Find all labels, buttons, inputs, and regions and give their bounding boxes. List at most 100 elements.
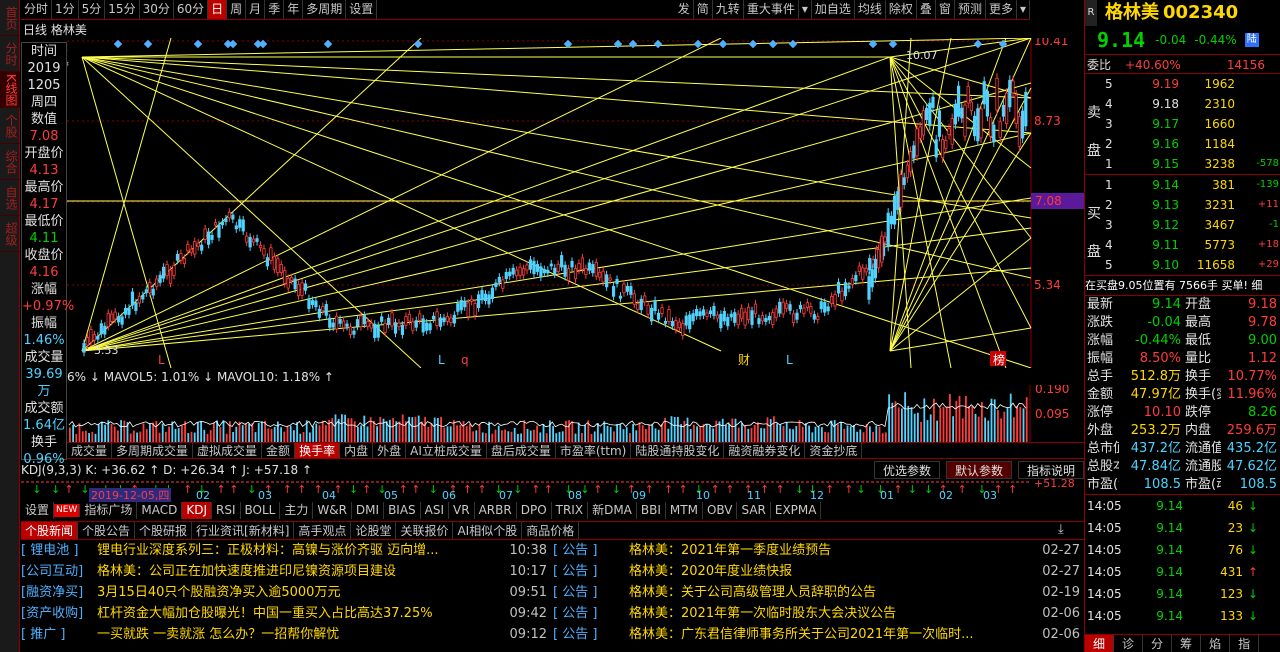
volume-tab-10[interactable]: 陆股通持股变化 bbox=[631, 443, 725, 458]
toolbar-right-5[interactable]: 加自选 bbox=[812, 0, 855, 19]
toolbar-left-11[interactable]: 多周期 bbox=[303, 0, 347, 19]
chart-marker-1[interactable]: L bbox=[438, 353, 445, 367]
kdj-button-2[interactable]: 指标说明 bbox=[1017, 461, 1084, 479]
order-notice[interactable]: 在买盘9.05位置有 7566手 买单! 细 bbox=[1085, 276, 1280, 296]
news-headline[interactable]: 3月15日40只个股融资净买入逾5000万元 bbox=[97, 582, 505, 603]
indicator-tab-7[interactable]: W&R bbox=[313, 502, 352, 519]
toolbar-right-12[interactable]: ▾ bbox=[1017, 0, 1030, 19]
volume-tab-7[interactable]: AI立桩成交量 bbox=[406, 443, 487, 458]
volume-tab-2[interactable]: 虚拟成交量 bbox=[193, 443, 263, 458]
news-item[interactable]: [ 公告 ] 格林美：2021年第一次临时股东大会决议公告 02-06 bbox=[553, 603, 1084, 624]
news-headline[interactable]: 锂电行业深度系列三：正极材料：高镍与涨价齐驱 迈向增... bbox=[97, 540, 505, 561]
volume-tab-9[interactable]: 市盈率(ttm) bbox=[556, 443, 632, 458]
toolbar-right-8[interactable]: 叠 bbox=[917, 0, 936, 19]
quote-tab-4[interactable]: 焰 bbox=[1201, 635, 1231, 652]
toolbar-left-12[interactable]: 设置 bbox=[346, 0, 378, 19]
indicator-tab-2[interactable]: MACD bbox=[137, 502, 183, 519]
indicator-tab-19[interactable]: SAR bbox=[737, 502, 771, 519]
toolbar-right-6[interactable]: 均线 bbox=[855, 0, 886, 19]
news-headline[interactable]: 格林美：公司正在加快速度推进印尼镍资源项目建设 bbox=[97, 561, 505, 582]
indicator-tab-5[interactable]: BOLL bbox=[241, 502, 281, 519]
news-item[interactable]: [资产收购] 杠杆资金大幅加仓股曝光！中国一重买入占比高达37.25% 09:42 bbox=[21, 603, 551, 624]
indicator-tab-6[interactable]: 主力 bbox=[280, 502, 314, 519]
order-level[interactable]: 4 9.18 2310 bbox=[1085, 94, 1280, 114]
news-tab-6[interactable]: 关联报价 bbox=[396, 522, 454, 539]
indicator-tab-17[interactable]: MTM bbox=[666, 502, 703, 519]
sidebar-item-4[interactable]: 综合排名 bbox=[0, 144, 20, 180]
toolbar-left-6[interactable]: 日 bbox=[208, 0, 228, 19]
chart-marker-3[interactable]: 财 bbox=[738, 353, 750, 367]
news-headline[interactable]: 格林美：2020年度业绩快报 bbox=[629, 561, 1038, 582]
news-headline[interactable]: 格林美：广东君信律师事务所关于公司2021年第一次临时... bbox=[629, 624, 1038, 645]
chart-marker-0[interactable]: L bbox=[158, 353, 165, 367]
chart-marker-2[interactable]: q bbox=[461, 353, 469, 367]
toolbar-right-9[interactable]: 窗 bbox=[936, 0, 955, 19]
news-item[interactable]: [公司互动] 格林美：公司正在加快速度推进印尼镍资源项目建设 10:17 bbox=[21, 561, 551, 582]
indicator-tab-13[interactable]: DPO bbox=[517, 502, 552, 519]
toolbar-right-11[interactable]: 更多 bbox=[986, 0, 1017, 19]
toolbar-left-8[interactable]: 月 bbox=[246, 0, 266, 19]
indicator-tab-8[interactable]: DMI bbox=[352, 502, 385, 519]
order-level[interactable]: 3 9.17 1660 bbox=[1085, 114, 1280, 134]
indicator-tab-9[interactable]: BIAS bbox=[384, 502, 421, 519]
news-item[interactable]: [ 公告 ] 格林美：关于公司高级管理人员辞职的公告 02-19 bbox=[553, 582, 1084, 603]
news-tab-4[interactable]: 高手观点 bbox=[294, 522, 352, 539]
news-tab-2[interactable]: 个股研报 bbox=[135, 522, 193, 539]
order-level[interactable]: 5 9.10 11658 +29 bbox=[1085, 255, 1280, 275]
volume-tab-1[interactable]: 多周期成交量 bbox=[112, 443, 194, 458]
kdj-chart[interactable]: ↓↓↑↓↓↓↑↓↓↑↓↑↑↓↑↑↑↑↑↓↑↓↑↑↓↑↑↑↓↓↑↑↓↓↑↓↑↑↑↑… bbox=[21, 479, 1084, 502]
toolbar-left-1[interactable]: 1分 bbox=[52, 0, 79, 19]
kdj-button-0[interactable]: 优选参数 bbox=[873, 461, 940, 479]
toolbar-left-5[interactable]: 60分 bbox=[174, 0, 209, 19]
news-tab-8[interactable]: 商品价格 bbox=[522, 522, 580, 539]
toolbar-right-0[interactable]: 发 bbox=[675, 0, 694, 19]
news-headline[interactable]: 杠杆资金大幅加仓股曝光！中国一重买入占比高达37.25% bbox=[97, 603, 505, 624]
order-level[interactable]: 2 9.13 3231 +11 bbox=[1085, 195, 1280, 215]
news-tab-3[interactable]: 行业资讯[新材料] bbox=[192, 522, 295, 539]
toolbar-left-3[interactable]: 15分 bbox=[105, 0, 140, 19]
order-level[interactable]: 1 9.15 3238 -578 bbox=[1085, 154, 1280, 174]
toolbar-right-10[interactable]: 预测 bbox=[955, 0, 986, 19]
sidebar-item-6[interactable]: 超级盘口 bbox=[0, 216, 20, 252]
news-item[interactable]: [ 公告 ] 格林美：2020年度业绩快报 02-27 bbox=[553, 561, 1084, 582]
indicator-tab-4[interactable]: RSI bbox=[212, 502, 241, 519]
order-level[interactable]: 2 9.16 1184 bbox=[1085, 134, 1280, 154]
quote-tab-2[interactable]: 分 bbox=[1143, 635, 1173, 652]
indicator-tab-1[interactable]: 指标广场 bbox=[80, 502, 138, 519]
news-tab-0[interactable]: 个股新闻 bbox=[21, 522, 79, 539]
toolbar-left-10[interactable]: 年 bbox=[284, 0, 304, 19]
download-icon[interactable]: ⤓ bbox=[1058, 522, 1064, 537]
indicator-tab-3[interactable]: KDJ bbox=[182, 502, 212, 519]
indicator-tab-12[interactable]: ARBR bbox=[475, 502, 517, 519]
indicator-tab-11[interactable]: VR bbox=[449, 502, 475, 519]
news-tab-5[interactable]: 论股堂 bbox=[351, 522, 397, 539]
sidebar-item-3[interactable]: 个股资料 bbox=[0, 108, 20, 144]
sidebar-item-2[interactable]: K线图 bbox=[0, 72, 20, 108]
toolbar-left-0[interactable]: 分时 bbox=[21, 0, 53, 19]
toolbar-right-3[interactable]: 重大事件 bbox=[744, 0, 799, 19]
news-tab-1[interactable]: 个股公告 bbox=[78, 522, 136, 539]
chart-marker-5[interactable]: 榜 bbox=[993, 352, 1005, 367]
volume-tab-3[interactable]: 金额 bbox=[262, 443, 296, 458]
indicator-tab-14[interactable]: TRIX bbox=[552, 502, 589, 519]
order-level[interactable]: 3 9.12 3467 -1 bbox=[1085, 215, 1280, 235]
volume-tab-0[interactable]: 成交量 bbox=[67, 443, 113, 458]
toolbar-left-9[interactable]: 季 bbox=[265, 0, 285, 19]
toolbar-left-7[interactable]: 周 bbox=[227, 0, 247, 19]
news-item[interactable]: [ 锂电池 ] 锂电行业深度系列三：正极材料：高镍与涨价齐驱 迈向增... 10:3… bbox=[21, 540, 551, 561]
quote-tab-1[interactable]: 诊 bbox=[1114, 635, 1144, 652]
volume-tab-5[interactable]: 内盘 bbox=[340, 443, 374, 458]
toolbar-left-4[interactable]: 30分 bbox=[140, 0, 174, 19]
toolbar-right-2[interactable]: 九转 bbox=[713, 0, 744, 19]
news-item[interactable]: [ 推广 ] 一买就跌 一卖就涨 怎么办？一招帮你解忧 09:12 bbox=[21, 624, 551, 645]
news-item[interactable]: [融资净买] 3月15日40只个股融资净买入逾5000万元 09:51 bbox=[21, 582, 551, 603]
chart-marker-4[interactable]: L bbox=[786, 353, 793, 367]
news-item[interactable]: [ 公告 ] 格林美：2021年第一季度业绩预告 02-27 bbox=[553, 540, 1084, 561]
indicator-tab-16[interactable]: BBI bbox=[637, 502, 666, 519]
news-tab-7[interactable]: AI相似个股 bbox=[453, 522, 523, 539]
indicator-tab-20[interactable]: EXPMA bbox=[771, 502, 822, 519]
kdj-button-1[interactable]: 默认参数 bbox=[945, 461, 1012, 479]
volume-tab-8[interactable]: 盘后成交量 bbox=[487, 443, 556, 458]
volume-tab-12[interactable]: 资金抄底 bbox=[805, 443, 863, 458]
indicator-tab-15[interactable]: 新DMA bbox=[588, 502, 637, 519]
